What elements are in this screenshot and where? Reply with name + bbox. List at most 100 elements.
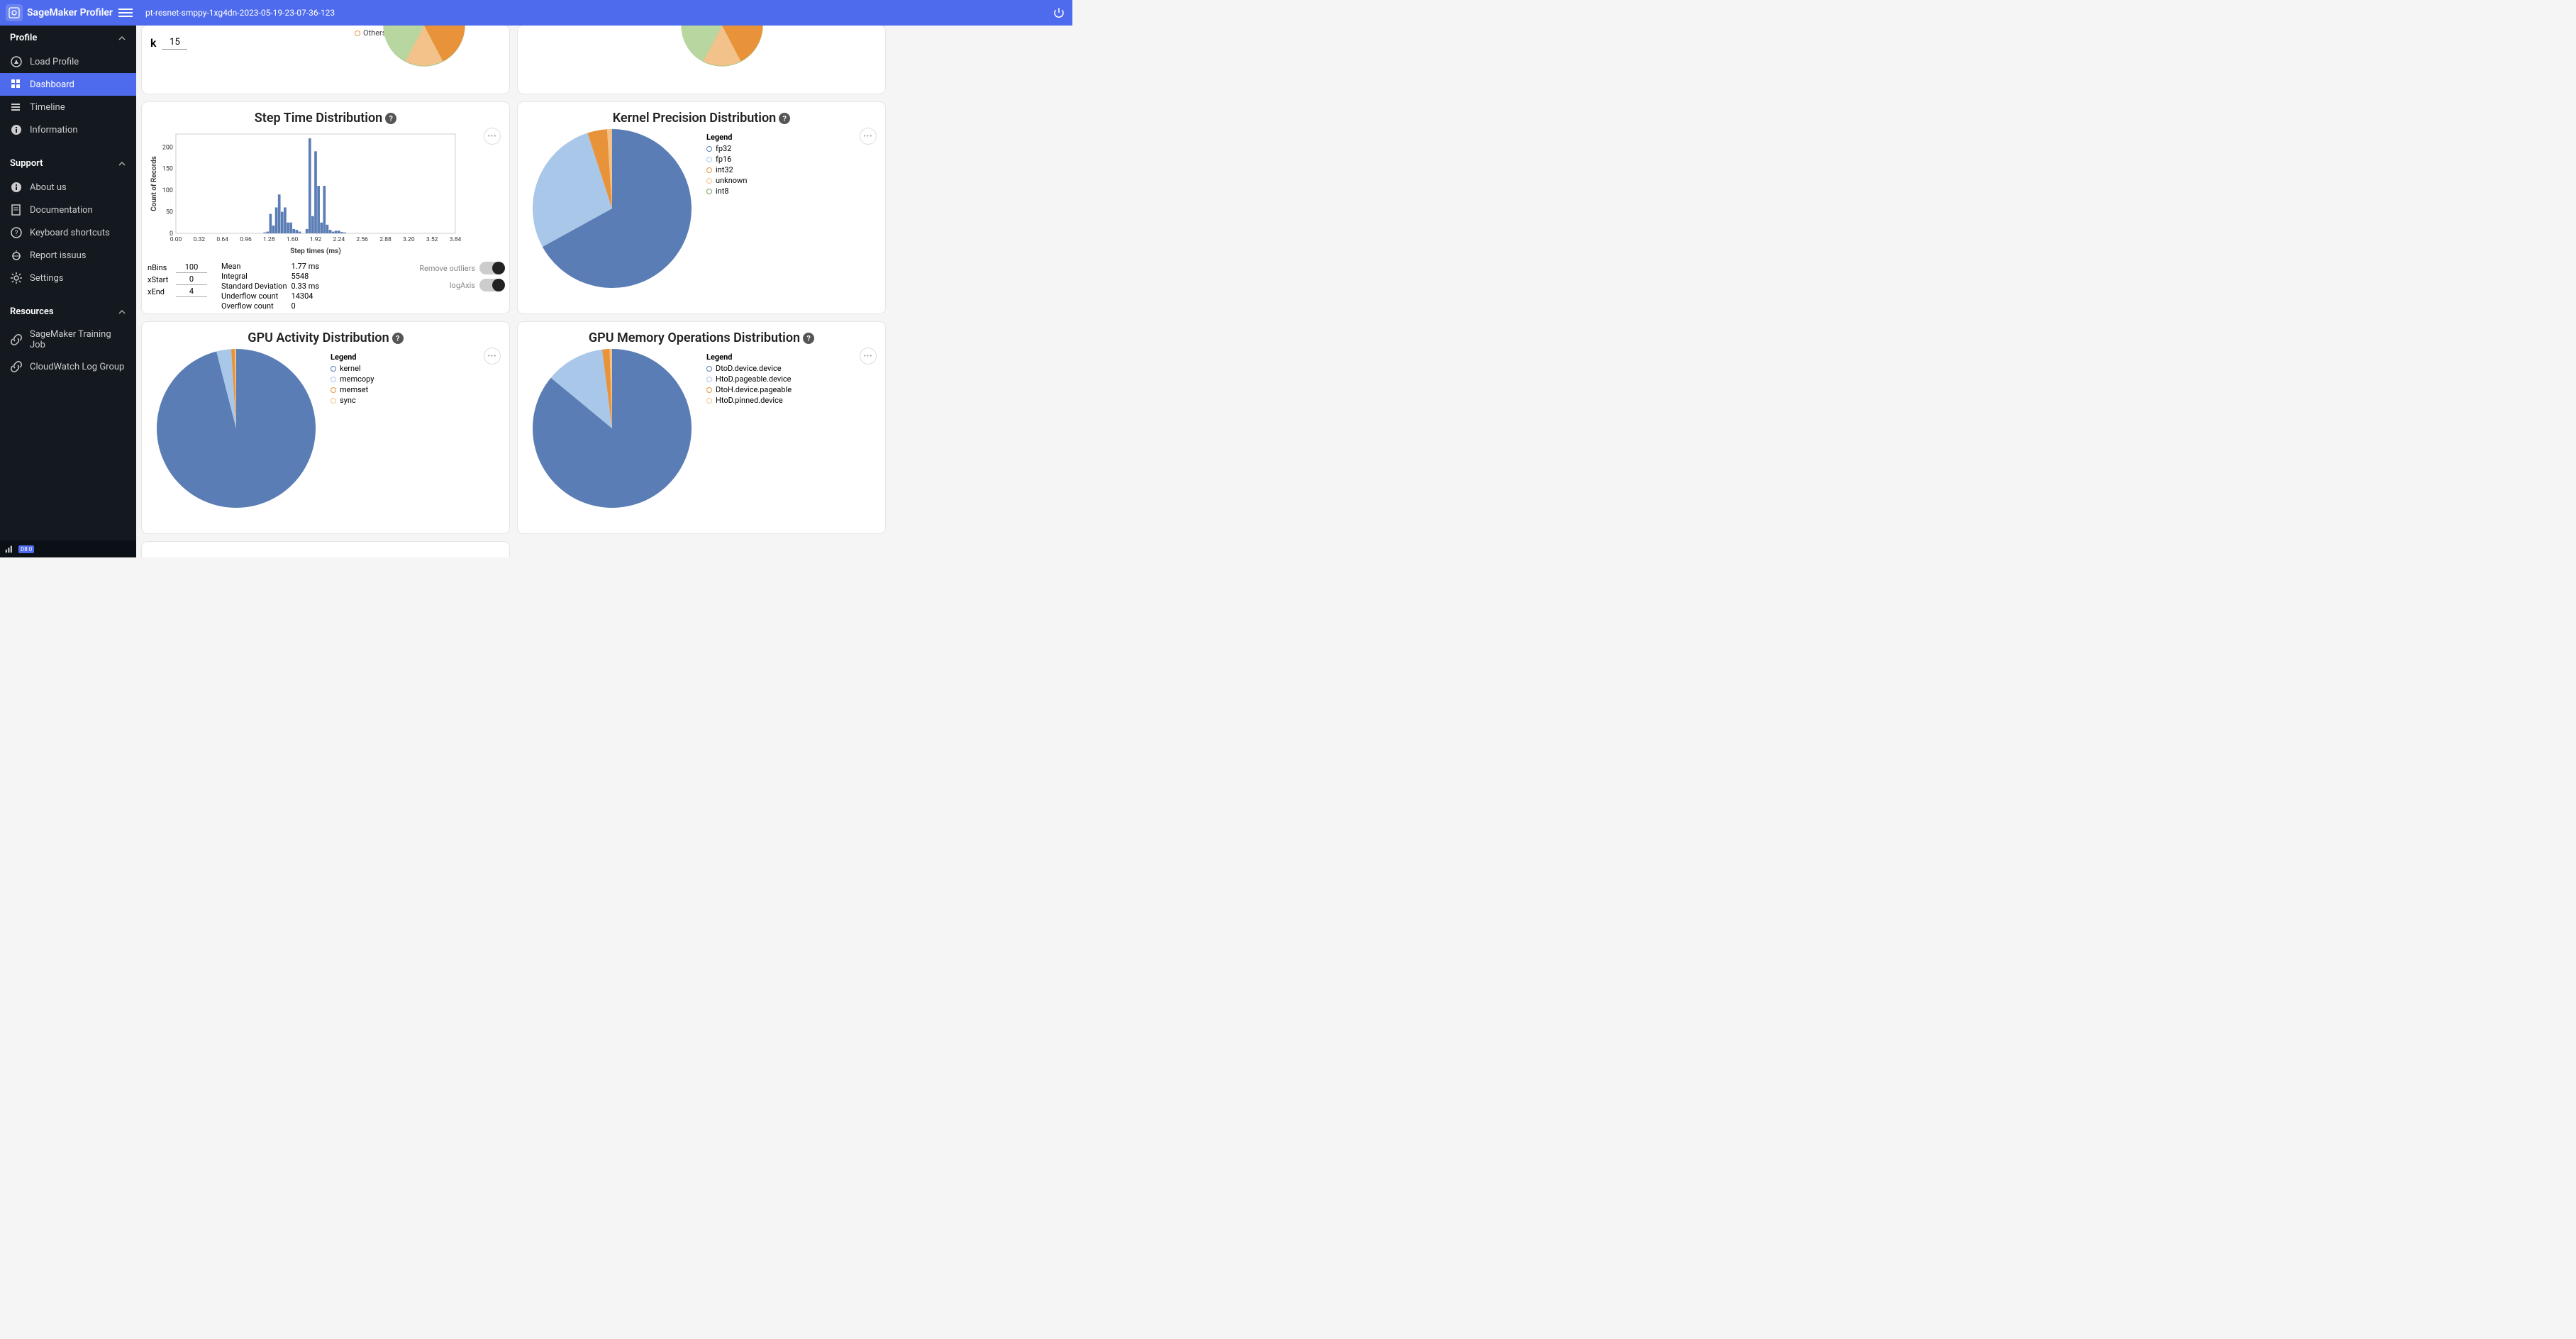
k-input[interactable] (162, 35, 187, 50)
sidebar-section-header[interactable]: Profile (0, 26, 136, 50)
legend-title: Legend (706, 133, 747, 142)
stat-key: Underflow count (221, 291, 287, 301)
link-icon (10, 360, 23, 373)
gpu-activity-pie (156, 348, 316, 509)
svg-text:50: 50 (166, 209, 173, 216)
chevron-up-icon (118, 308, 126, 316)
card-menu-button[interactable]: ••• (484, 348, 501, 365)
sidebar-item-label: Information (30, 125, 78, 135)
legend-item: int8 (706, 186, 747, 196)
stat-value: 0.33 ms (292, 282, 320, 291)
sidebar-item-about-us[interactable]: About us (0, 176, 136, 199)
legend-item: DtoH.device.pageable (706, 384, 792, 395)
chevron-up-icon (118, 34, 126, 43)
card-top-partial-left: k Others (142, 26, 509, 94)
sidebar-item-label: Load Profile (30, 57, 79, 67)
help-icon[interactable]: ? (385, 113, 396, 124)
sidebar-item-keyboard-shortcuts[interactable]: ?Keyboard shortcuts (0, 221, 136, 244)
legend-item: HtoD.pinned.device (706, 395, 792, 406)
dashboard-icon (10, 78, 23, 91)
sidebar-section-header[interactable]: Resources (0, 299, 136, 324)
legend-item: sync (331, 395, 374, 406)
legend: LegendDtoD.device.deviceHtoD.pageable.de… (706, 352, 792, 406)
stat-key: Standard Deviation (221, 282, 287, 291)
legend-item: fp32 (706, 143, 747, 154)
legend-item: memset (331, 384, 374, 395)
nbins-label: nBins (148, 263, 173, 272)
stats-table: Mean 1.77 ms Integral 5548 Standard Deviatio… (221, 262, 319, 311)
stat-value: 0 (292, 301, 320, 311)
logaxis-toggle[interactable] (479, 279, 504, 291)
power-button[interactable] (1051, 5, 1067, 21)
sidebar-item-information[interactable]: Information (0, 118, 136, 141)
legend-item: memcopy (331, 374, 374, 384)
sidebar-item-cloudwatch-log-group[interactable]: CloudWatch Log Group (0, 355, 136, 378)
svg-text:0.96: 0.96 (240, 236, 252, 243)
card-gpu-memops: GPU Memory Operations Distribution? ••• … (518, 322, 885, 533)
sidebar-item-label: Settings (30, 273, 63, 284)
help-icon[interactable]: ? (779, 113, 790, 124)
k-label: k (150, 36, 156, 50)
legend-item: unknown (706, 175, 747, 186)
legend-title: Legend (331, 352, 374, 362)
svg-text:1.92: 1.92 (310, 236, 322, 243)
svg-text:?: ? (15, 230, 18, 238)
card-menu-button[interactable]: ••• (484, 128, 501, 145)
sidebar-item-documentation[interactable]: Documentation (0, 199, 136, 221)
svg-text:Count of Records: Count of Records (150, 156, 158, 211)
remove-outliers-toggle[interactable] (479, 262, 504, 274)
gpu-memops-pie (532, 348, 692, 509)
pie-stub-left (367, 26, 481, 68)
sidebar-item-label: Timeline (30, 102, 65, 113)
stat-key: Overflow count (221, 301, 287, 311)
settings-icon (10, 272, 23, 284)
sidebar-item-report-issuus[interactable]: Report issuus (0, 244, 136, 267)
svg-text:100: 100 (162, 187, 173, 194)
legend-item: kernel (331, 363, 374, 374)
doc-icon (10, 204, 23, 216)
help-icon[interactable]: ? (803, 333, 814, 344)
legend-item: fp16 (706, 154, 747, 165)
xstart-input[interactable] (176, 274, 207, 285)
job-title: pt-resnet-smppy-1xg4dn-2023-05-19-23-07-… (145, 9, 335, 18)
timeline-icon (10, 101, 23, 113)
svg-text:200: 200 (162, 144, 173, 151)
sidebar-item-sagemaker-training-job[interactable]: SageMaker Training Job (0, 324, 136, 355)
sidebar-item-label: About us (30, 182, 67, 193)
stat-value: 1.77 ms (292, 262, 320, 271)
card-title: GPU Activity Distribution (248, 330, 389, 345)
app-name: SageMaker Profiler (27, 7, 113, 18)
svg-text:1.60: 1.60 (287, 236, 299, 243)
stat-value: 5548 (292, 272, 320, 281)
compass-icon (10, 55, 23, 68)
svg-text:2.88: 2.88 (379, 236, 392, 243)
card-kernel-precision: Kernel Precision Distribution? ••• Legen… (518, 102, 885, 313)
stat-key: Mean (221, 262, 287, 271)
logaxis-label: logAxis (450, 281, 475, 290)
nbins-input[interactable] (176, 262, 207, 273)
hamburger-button[interactable] (118, 6, 133, 20)
card-step-time: Step Time Distribution? ••• 050100150200… (142, 102, 509, 313)
info-icon (10, 123, 23, 136)
sidebar-item-label: CloudWatch Log Group (30, 362, 124, 372)
svg-text:2.56: 2.56 (356, 236, 368, 243)
card-menu-button[interactable]: ••• (860, 348, 877, 365)
bug-icon (10, 249, 23, 262)
legend-item: HtoD.pageable.device (706, 374, 792, 384)
sidebar-item-load-profile[interactable]: Load Profile (0, 50, 136, 73)
xend-input[interactable] (176, 286, 207, 297)
sidebar-item-label: Dashboard (30, 79, 74, 90)
legend-item: int32 (706, 165, 747, 175)
sidebar-item-timeline[interactable]: Timeline (0, 96, 136, 118)
footer-badge: D8 0 (18, 545, 34, 553)
help-icon[interactable]: ? (392, 333, 404, 344)
sidebar-section-header[interactable]: Support (0, 151, 136, 176)
sidebar-item-settings[interactable]: Settings (0, 267, 136, 289)
legend: Legendkernelmemcopymemsetsync (331, 352, 374, 406)
sidebar-item-dashboard[interactable]: Dashboard (0, 73, 136, 96)
card-menu-button[interactable]: ••• (860, 128, 877, 145)
sidebar: Profile Load Profile Dashboard Timeline Info… (0, 26, 136, 557)
stats-icon[interactable] (4, 544, 14, 554)
svg-text:2.24: 2.24 (333, 236, 345, 243)
stat-key: Integral (221, 272, 287, 281)
